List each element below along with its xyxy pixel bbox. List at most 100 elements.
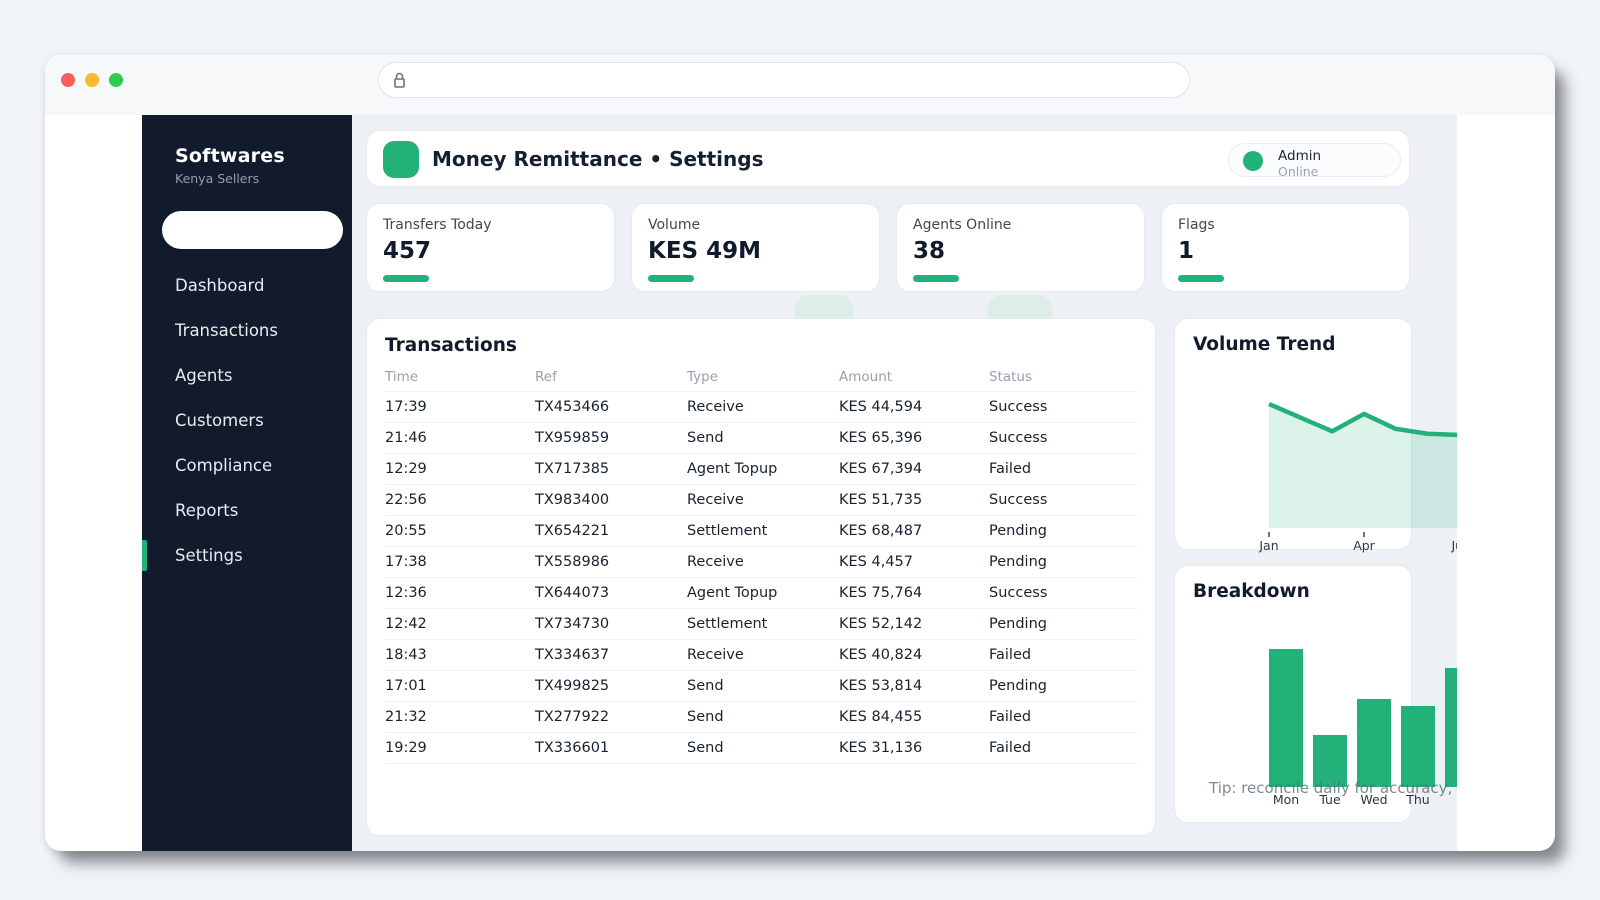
column-header: Status xyxy=(989,365,1137,392)
cell: KES 51,735 xyxy=(839,484,989,516)
volume-trend-card: Volume Trend Jan Apr Jul xyxy=(1174,318,1457,553)
table-row: 21:32 TX277922 Send KES 84,455 Failed xyxy=(385,701,1137,733)
sidebar-item-agents[interactable]: Agents xyxy=(142,353,352,398)
status-cell: Pending xyxy=(989,515,1137,547)
app-frame: Softwares Kenya Sellers Dashboard Transac… xyxy=(142,115,1457,851)
table-row: 12:42 TX734730 Settlement KES 52,142 Pending xyxy=(385,608,1137,640)
cell: Agent Topup xyxy=(687,453,839,485)
url-input[interactable] xyxy=(406,63,1189,97)
volume-trend-chart: Jan Apr Jul xyxy=(1258,401,1457,553)
cell: 19:29 xyxy=(385,732,535,764)
cell: Settlement xyxy=(687,608,839,640)
table-row: 21:46 TX959859 Send KES 65,396 Success xyxy=(385,422,1137,454)
stat-underline xyxy=(1178,275,1224,282)
cell: Send xyxy=(687,670,839,702)
minimize-button[interactable] xyxy=(85,73,99,87)
svg-text:Apr: Apr xyxy=(1353,538,1375,553)
status-cell: Success xyxy=(989,484,1137,516)
column-header: Time xyxy=(385,365,535,392)
stat-label: Volume xyxy=(648,217,701,233)
table-row: 17:38 TX558986 Receive KES 4,457 Pending xyxy=(385,546,1137,578)
page-header: Money Remittance • Settings Admin Online xyxy=(366,130,1410,187)
browser-chrome xyxy=(45,55,1555,115)
cell: KES 84,455 xyxy=(839,701,989,733)
stat-value: 38 xyxy=(913,238,946,264)
cell: KES 53,814 xyxy=(839,670,989,702)
brand-tagline: Kenya Sellers xyxy=(175,171,260,186)
table-row: 17:39 TX453466 Receive KES 44,594 Success xyxy=(385,391,1137,423)
cell: KES 68,487 xyxy=(839,515,989,547)
cell: TX644073 xyxy=(535,577,687,609)
column-header: Ref xyxy=(535,365,687,392)
stat-card: Agents Online 38 xyxy=(896,203,1145,292)
cell: Settlement xyxy=(687,515,839,547)
cell: KES 52,142 xyxy=(839,608,989,640)
stat-value: 1 xyxy=(1178,238,1195,264)
user-name: Admin xyxy=(1278,148,1322,164)
transactions-title: Transactions xyxy=(385,335,517,356)
cell: KES 31,136 xyxy=(839,732,989,764)
stat-label: Agents Online xyxy=(913,217,1012,233)
status-cell: Pending xyxy=(989,546,1137,578)
user-badge[interactable]: Admin Online xyxy=(1228,143,1401,179)
sidebar-nav: Dashboard Transactions Agents Customers Comp… xyxy=(142,263,352,578)
stat-label: Transfers Today xyxy=(383,217,492,233)
sidebar-item-compliance[interactable]: Compliance xyxy=(142,443,352,488)
status-cell: Failed xyxy=(989,701,1137,733)
bar xyxy=(1445,668,1457,787)
bar xyxy=(1401,705,1435,787)
cell: TX558986 xyxy=(535,546,687,578)
status-cell: Success xyxy=(989,422,1137,454)
sidebar: Softwares Kenya Sellers Dashboard Transac… xyxy=(142,115,352,851)
cell: 21:46 xyxy=(385,422,535,454)
page-title: Money Remittance • Settings xyxy=(432,147,764,171)
bar xyxy=(1357,698,1391,787)
brand-title: Softwares xyxy=(175,145,285,167)
cell: 22:56 xyxy=(385,484,535,516)
cell: KES 75,764 xyxy=(839,577,989,609)
volume-trend-title: Volume Trend xyxy=(1193,334,1336,355)
cell: TX336601 xyxy=(535,732,687,764)
table-row: 22:56 TX983400 Receive KES 51,735 Success xyxy=(385,484,1137,516)
status-cell: Failed xyxy=(989,639,1137,671)
cell: 21:32 xyxy=(385,701,535,733)
cell: TX499825 xyxy=(535,670,687,702)
close-button[interactable] xyxy=(61,73,75,87)
svg-text:Jul: Jul xyxy=(1450,538,1457,553)
bar xyxy=(1269,649,1303,787)
status-dot-icon xyxy=(1243,151,1263,171)
cell: 12:36 xyxy=(385,577,535,609)
zoom-button[interactable] xyxy=(109,73,123,87)
table-row: 12:29 TX717385 Agent Topup KES 67,394 Failed xyxy=(385,453,1137,485)
cell: 17:01 xyxy=(385,670,535,702)
table-row: 12:36 TX644073 Agent Topup KES 75,764 Succes… xyxy=(385,577,1137,609)
lock-icon xyxy=(394,72,405,88)
sidebar-item-settings[interactable]: Settings xyxy=(142,533,352,578)
breakdown-card: Breakdown Tip: reconcile daily for accur… xyxy=(1174,565,1457,823)
cell: 12:29 xyxy=(385,453,535,485)
sidebar-item-reports[interactable]: Reports xyxy=(142,488,352,533)
sidebar-item-transactions[interactable]: Transactions xyxy=(142,308,352,353)
cell: TX277922 xyxy=(535,701,687,733)
user-status: Online xyxy=(1278,164,1319,179)
sidebar-item-customers[interactable]: Customers xyxy=(142,398,352,443)
stat-value: 457 xyxy=(383,238,432,264)
main-content: Money Remittance • Settings Admin Online… xyxy=(352,115,1457,851)
status-cell: Success xyxy=(989,391,1137,423)
status-cell: Failed xyxy=(989,732,1137,764)
column-header: Type xyxy=(687,365,839,392)
sidebar-item-dashboard[interactable]: Dashboard xyxy=(142,263,352,308)
cell: 20:55 xyxy=(385,515,535,547)
cell: KES 65,396 xyxy=(839,422,989,454)
url-bar xyxy=(378,62,1190,98)
cell: Send xyxy=(687,422,839,454)
sidebar-search-input[interactable] xyxy=(162,211,343,249)
svg-text:Jan: Jan xyxy=(1258,538,1278,553)
cell: Send xyxy=(687,732,839,764)
cell: KES 4,457 xyxy=(839,546,989,578)
stat-card: Volume KES 49M xyxy=(631,203,880,292)
stat-value: KES 49M xyxy=(648,238,762,264)
cell: KES 40,824 xyxy=(839,639,989,671)
table-row: 17:01 TX499825 Send KES 53,814 Pending xyxy=(385,670,1137,702)
bar-label: Mon xyxy=(1272,792,1300,807)
